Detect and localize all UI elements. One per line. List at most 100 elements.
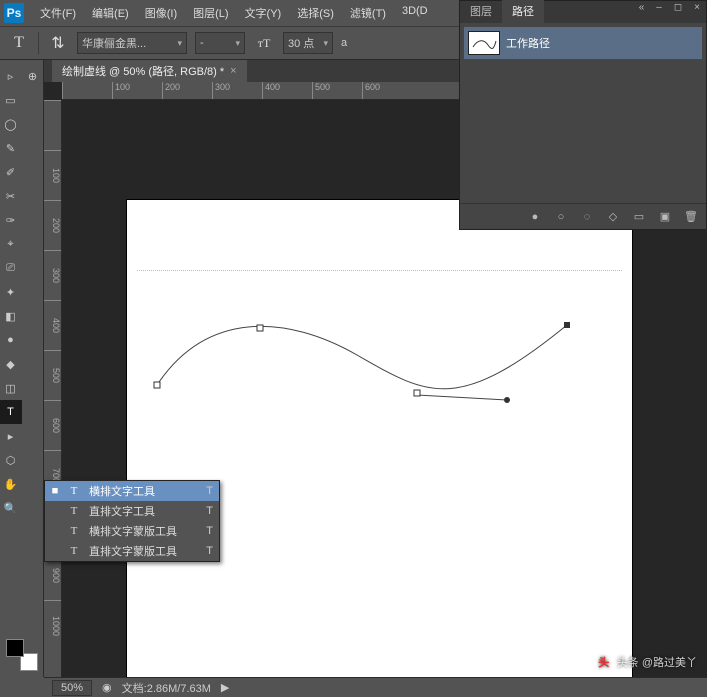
font-size-icon: тT — [253, 32, 275, 54]
tool-button[interactable]: ▭ — [0, 88, 22, 112]
tool-button[interactable]: ▸ — [0, 424, 22, 448]
ruler-tick: 600 — [44, 400, 61, 450]
tool-button[interactable] — [22, 136, 44, 160]
tool-button[interactable] — [22, 280, 44, 304]
tool-button[interactable]: ✑ — [0, 208, 22, 232]
tool-button[interactable]: ◯ — [0, 112, 22, 136]
ruler-tick: 100 — [112, 82, 162, 99]
min-icon[interactable]: – — [653, 2, 665, 13]
tab-close-icon[interactable]: × — [230, 65, 236, 77]
tool-button[interactable]: ⬡ — [0, 448, 22, 472]
tool-button[interactable]: ⌖ — [0, 232, 22, 256]
tool-indicator-icon: T — [8, 32, 30, 54]
tool-button[interactable]: ▹ — [0, 64, 22, 88]
menu-item[interactable]: 选择(S) — [289, 1, 342, 25]
canvas[interactable] — [127, 200, 632, 677]
tool-button[interactable] — [22, 208, 44, 232]
tool-button[interactable] — [22, 184, 44, 208]
document-tab[interactable]: 绘制虚线 @ 50% (路径, RGB/8) * × — [52, 60, 247, 82]
ruler-tick: 100 — [44, 150, 61, 200]
font-size-value: 30 点 — [288, 35, 314, 51]
tool-button[interactable]: ⊕ — [22, 64, 44, 88]
sync-icon[interactable]: ◉ — [102, 681, 112, 694]
anti-alias-label: a — [341, 37, 347, 49]
tool-button[interactable]: ◫ — [0, 376, 22, 400]
menu-item[interactable]: 图层(L) — [185, 1, 236, 25]
flyout-item[interactable]: ■T横排文字工具T — [45, 481, 219, 501]
panel-action-icon[interactable]: ▭ — [630, 208, 648, 226]
orientation-icon[interactable]: ⇅ — [47, 32, 69, 54]
tab-layers[interactable]: 图层 — [460, 0, 502, 23]
ruler-tick — [44, 100, 61, 150]
menu-item[interactable]: 图像(I) — [137, 1, 185, 25]
paths-panel: 图层 路径 工作路径 ● ○ ◌ ◇ ▭ ▣ 🗑 — [459, 0, 707, 230]
tool-button[interactable]: ✋ — [0, 472, 22, 496]
tool-button[interactable]: ✐ — [0, 160, 22, 184]
tool-button[interactable]: ✂ — [0, 184, 22, 208]
ruler-tick: 200 — [44, 200, 61, 250]
panel-action-icon[interactable]: 🗑 — [682, 208, 700, 226]
tool-button[interactable] — [22, 448, 44, 472]
fg-color-swatch[interactable] — [6, 639, 24, 657]
close-icon[interactable]: × — [691, 2, 703, 13]
font-family-dropdown[interactable]: 华康俪金黑...▾ — [77, 32, 187, 54]
tool-button[interactable]: 🔍 — [0, 496, 22, 520]
color-swatches[interactable] — [6, 639, 38, 671]
tool-button[interactable]: ✦ — [0, 280, 22, 304]
tool-button[interactable] — [22, 472, 44, 496]
panel-footer: ● ○ ◌ ◇ ▭ ▣ 🗑 — [460, 203, 706, 229]
panel-action-icon[interactable]: ● — [526, 208, 544, 226]
panel-action-icon[interactable]: ○ — [552, 208, 570, 226]
menu-item[interactable]: 滤镜(T) — [342, 1, 394, 25]
tool-button[interactable] — [22, 400, 44, 424]
font-style-dropdown[interactable]: -▾ — [195, 32, 245, 54]
tool-button[interactable]: ⎚ — [0, 256, 22, 280]
tool-button[interactable] — [22, 88, 44, 112]
tool-button[interactable]: ✎ — [0, 136, 22, 160]
tools-panel: ▹⊕▭◯✎✐✂✑⌖⎚✦◧●◆◫T▸⬡✋🔍 — [0, 60, 44, 677]
tool-button[interactable] — [22, 328, 44, 352]
panel-action-icon[interactable]: ▣ — [656, 208, 674, 226]
panel-action-icon[interactable]: ◌ — [578, 208, 596, 226]
zoom-field[interactable]: 50% — [52, 680, 92, 696]
tool-button[interactable] — [22, 304, 44, 328]
tool-button[interactable] — [22, 160, 44, 184]
ruler-tick: 300 — [44, 250, 61, 300]
flyout-item[interactable]: T横排文字蒙版工具T — [45, 521, 219, 541]
menu-item[interactable]: 文件(F) — [32, 1, 84, 25]
ruler-vertical: 1002003004005006007008009001000 — [44, 100, 62, 677]
ruler-tick: 400 — [44, 300, 61, 350]
tool-button[interactable] — [22, 496, 44, 520]
tool-button[interactable]: ◧ — [0, 304, 22, 328]
menu-item[interactable]: 文字(Y) — [237, 1, 290, 25]
ps-logo-icon: Ps — [4, 3, 24, 23]
type-tool-flyout: ■T横排文字工具TT直排文字工具TT横排文字蒙版工具TT直排文字蒙版工具T — [44, 480, 220, 562]
panel-action-icon[interactable]: ◇ — [604, 208, 622, 226]
tool-button[interactable]: ◆ — [0, 352, 22, 376]
tool-button[interactable] — [22, 424, 44, 448]
path-curve[interactable] — [127, 200, 632, 677]
flyout-item[interactable]: T直排文字工具T — [45, 501, 219, 521]
tool-button[interactable] — [22, 256, 44, 280]
tool-button[interactable] — [22, 232, 44, 256]
path-row[interactable]: 工作路径 — [464, 27, 702, 59]
menu-item[interactable]: 3D(D — [394, 1, 436, 25]
help-icon[interactable]: « — [636, 2, 648, 13]
ruler-tick: 500 — [44, 350, 61, 400]
status-bar: 50% ◉ 文档:2.86M/7.63M ▶ — [44, 677, 707, 697]
ruler-tick: 400 — [262, 82, 312, 99]
tool-button[interactable] — [22, 352, 44, 376]
menu-item[interactable]: 编辑(E) — [84, 1, 137, 25]
tool-button[interactable]: ● — [0, 328, 22, 352]
font-size-dropdown[interactable]: 30 点▾ — [283, 32, 333, 54]
doc-size: 文档:2.86M/7.63M — [122, 680, 211, 696]
path-name: 工作路径 — [506, 35, 550, 51]
tool-button[interactable] — [22, 376, 44, 400]
tool-button[interactable] — [22, 112, 44, 136]
flyout-arrow-icon[interactable]: ▶ — [221, 681, 229, 694]
ruler-tick: 200 — [162, 82, 212, 99]
max-icon[interactable]: ◻ — [671, 2, 685, 13]
tool-button[interactable]: T — [0, 400, 22, 424]
flyout-item[interactable]: T直排文字蒙版工具T — [45, 541, 219, 561]
tab-paths[interactable]: 路径 — [502, 0, 544, 23]
